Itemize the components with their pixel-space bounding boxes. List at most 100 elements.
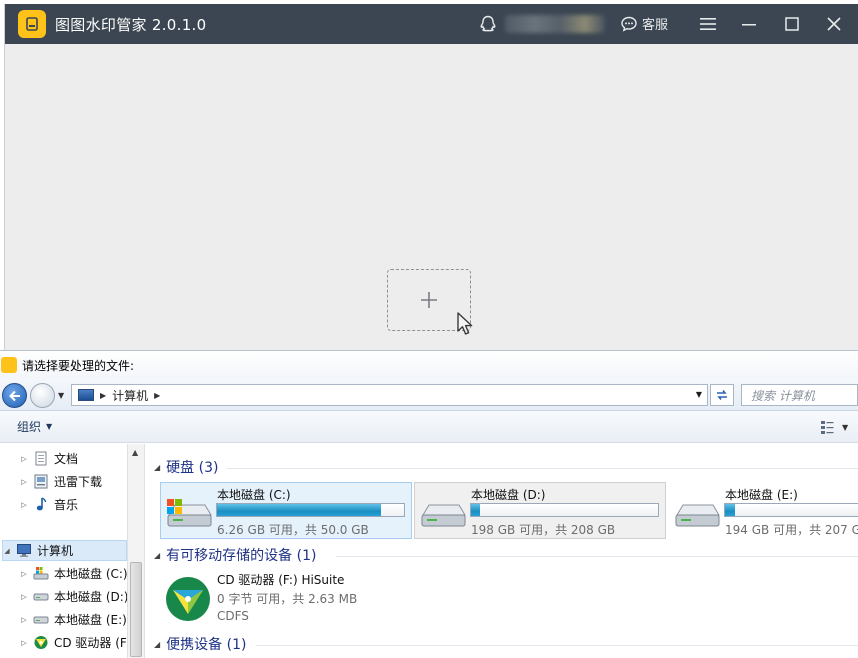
menu-button[interactable] <box>696 12 720 36</box>
hisuite-disc-icon <box>166 577 210 621</box>
computer-icon <box>78 389 94 401</box>
tree-item-label: CD 驱动器 (F: <box>54 636 130 650</box>
maximize-icon <box>785 17 799 31</box>
app-window: 图图水印管家 2.0.1.0 客服 <box>4 4 858 350</box>
tree-item-label: 本地磁盘 (D:) <box>54 590 129 604</box>
expand-icon[interactable]: ▷ <box>20 455 28 463</box>
drive-free-space: 6.26 GB 可用，共 50.0 GB <box>217 523 369 537</box>
app-logo-icon <box>18 10 46 38</box>
scrollbar-thumb[interactable] <box>130 562 142 657</box>
drive-name: 本地磁盘 (C:) <box>217 488 291 502</box>
documents-icon <box>35 451 47 466</box>
drive-usage-fill <box>217 504 381 516</box>
blurred-user-name <box>505 15 605 33</box>
tree-item-downloads[interactable]: ▷ 迅雷下载 <box>20 471 102 492</box>
refresh-icon <box>717 390 727 400</box>
group-divider <box>226 468 858 469</box>
expand-icon[interactable]: ▷ <box>20 570 28 578</box>
expand-icon[interactable]: ▷ <box>20 478 28 486</box>
customer-service-button[interactable]: 客服 <box>620 14 668 33</box>
collapse-icon: ◢ <box>154 462 161 472</box>
history-dropdown-icon[interactable]: ▼ <box>58 391 64 400</box>
address-dropdown-icon[interactable]: ▼ <box>696 390 702 399</box>
drive-usage-bar <box>470 503 659 517</box>
tree-item-label: 本地磁盘 (E:) <box>54 613 127 627</box>
view-options-button[interactable]: ▼ <box>820 419 848 435</box>
open-file-dialog: 请选择要处理的文件: ▼ ▶ 计算机 ▶ ▼ 搜索 计算机 组织 ▼ ▼ ▷ 文… <box>0 350 858 658</box>
close-button[interactable] <box>822 12 846 36</box>
drive-free-space: 198 GB 可用，共 208 GB <box>471 523 616 537</box>
tree-scrollbar[interactable]: ▲ <box>127 444 144 658</box>
forward-button[interactable] <box>30 383 55 408</box>
back-button[interactable] <box>2 383 27 408</box>
drive-tile-d[interactable]: 本地磁盘 (D:) 198 GB 可用，共 208 GB <box>414 482 666 539</box>
drive-tile-c[interactable]: 本地磁盘 (C:) 6.26 GB 可用，共 50.0 GB <box>160 482 412 539</box>
dialog-title: 请选择要处理的文件: <box>22 358 135 373</box>
expand-icon[interactable]: ▷ <box>20 616 28 624</box>
address-path-item[interactable]: 计算机 <box>112 387 148 404</box>
tree-item-drive-c[interactable]: ▷ 本地磁盘 (C:) <box>20 563 128 584</box>
group-divider <box>336 556 858 557</box>
maximize-button[interactable] <box>780 12 804 36</box>
mouse-cursor-icon <box>457 312 473 335</box>
navigation-bar: ▼ ▶ 计算机 ▶ ▼ 搜索 计算机 <box>0 379 858 411</box>
system-drive-icon <box>167 499 212 527</box>
address-bar[interactable]: ▶ 计算机 ▶ ▼ <box>71 384 708 406</box>
chevron-right-icon[interactable]: ▶ <box>100 391 106 400</box>
cd-drive-tile[interactable]: CD 驱动器 (F:) HiSuite 0 字节 可用，共 2.63 MB CD… <box>160 568 460 628</box>
tree-item-label: 迅雷下载 <box>54 475 103 489</box>
group-label: 便携设备 (1) <box>166 637 247 653</box>
title-bar: 图图水印管家 2.0.1.0 客服 <box>5 4 858 44</box>
tree-item-drive-e[interactable]: ▷ 本地磁盘 (E:) <box>20 609 127 630</box>
tree-item-documents[interactable]: ▷ 文档 <box>20 448 78 469</box>
dialog-title-bar: 请选择要处理的文件: <box>0 351 858 379</box>
refresh-button[interactable] <box>710 384 734 406</box>
music-icon <box>36 497 47 511</box>
drive-tile-e[interactable]: 本地磁盘 (E:) 194 GB 可用，共 207 G <box>668 482 858 539</box>
expand-icon[interactable]: ▷ <box>20 639 28 647</box>
qq-icon[interactable] <box>479 15 497 36</box>
search-input[interactable]: 搜索 计算机 <box>741 384 858 406</box>
drive-icon <box>33 593 49 601</box>
tree-item-drive-d[interactable]: ▷ 本地磁盘 (D:) <box>20 586 128 607</box>
drive-usage-bar <box>216 503 405 517</box>
group-header-removable[interactable]: ◢ 有可移动存储的设备 (1) <box>154 545 316 565</box>
scroll-up-icon[interactable]: ▲ <box>132 448 138 457</box>
cd-drive-name: CD 驱动器 (F:) HiSuite <box>217 573 345 587</box>
cd-drive-icon <box>34 636 48 649</box>
expand-icon[interactable]: ▷ <box>20 501 28 509</box>
computer-icon <box>17 544 31 557</box>
cd-drive-filesystem: CDFS <box>217 609 249 623</box>
minimize-icon <box>742 24 756 26</box>
tree-item-cd-drive[interactable]: ▷ CD 驱动器 (F: <box>20 632 130 653</box>
chevron-down-icon: ▼ <box>842 422 849 432</box>
content-pane: ◢ 硬盘 (3) 本地磁盘 (C:) 6.26 GB 可用，共 50.0 GB … <box>146 444 858 658</box>
group-divider <box>256 645 858 646</box>
expand-icon[interactable]: ▷ <box>20 593 28 601</box>
tree-item-music[interactable]: ▷ 音乐 <box>20 494 78 515</box>
chat-bubble-icon <box>621 16 637 32</box>
chevron-down-icon: ▼ <box>46 422 53 431</box>
drive-icon <box>675 504 720 527</box>
group-header-portable[interactable]: ◢ 便携设备 (1) <box>154 634 246 654</box>
view-icon <box>821 421 834 434</box>
command-toolbar: 组织 ▼ ▼ <box>0 411 858 443</box>
drive-name: 本地磁盘 (E:) <box>725 488 798 502</box>
service-label: 客服 <box>642 18 669 33</box>
tree-item-label: 本地磁盘 (C:) <box>54 567 128 581</box>
drive-usage-bar <box>724 503 858 517</box>
organize-label: 组织 <box>17 420 42 434</box>
drive-icon <box>421 504 466 527</box>
collapse-icon: ◢ <box>154 639 161 649</box>
minimize-button[interactable] <box>737 12 761 36</box>
collapse-icon: ◢ <box>154 550 161 560</box>
tree-item-label: 文档 <box>54 452 79 466</box>
chevron-right-icon[interactable]: ▶ <box>154 391 160 400</box>
system-drive-icon <box>33 567 49 580</box>
tree-item-computer[interactable]: ◢ 计算机 <box>2 540 127 561</box>
organize-button[interactable]: 组织 ▼ <box>17 418 52 435</box>
back-arrow-icon <box>8 390 20 401</box>
group-header-hdd[interactable]: ◢ 硬盘 (3) <box>154 457 218 477</box>
dialog-app-icon <box>1 357 17 373</box>
collapse-icon[interactable]: ◢ <box>3 547 11 555</box>
